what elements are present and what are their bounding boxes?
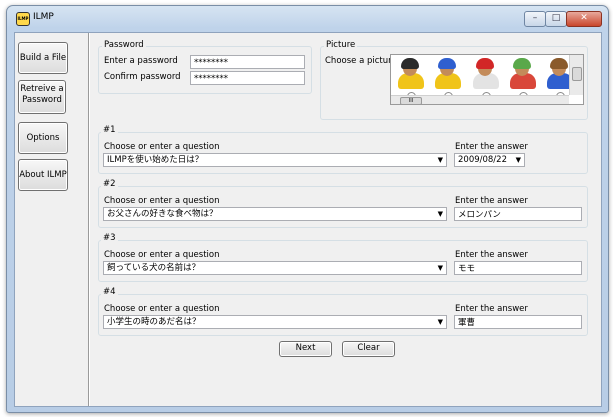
chevron-down-icon[interactable]: ▼: [438, 262, 443, 274]
answer-field-3[interactable]: モモ: [454, 261, 582, 275]
app-logo-icon: ILMP: [16, 12, 30, 26]
avatar-helmet: [476, 58, 494, 69]
build-file-label: Build a File: [19, 53, 67, 63]
window-title: ILMP: [33, 12, 54, 22]
question-label-4: Choose or enter a question: [104, 304, 220, 314]
avatar-helmet: [438, 58, 456, 69]
about-label: About ILMP: [19, 170, 67, 180]
question-number-3: #3: [101, 233, 118, 243]
build-file-button[interactable]: Build a File: [18, 42, 68, 74]
question-label-1: Choose or enter a question: [104, 142, 220, 152]
vertical-scroll-thumb[interactable]: [572, 67, 582, 81]
confirm-password-field[interactable]: ********: [190, 71, 305, 85]
chevron-down-icon[interactable]: ▼: [438, 208, 443, 220]
enter-password-field[interactable]: ********: [190, 55, 305, 69]
answer-label-2: Enter the answer: [455, 196, 528, 206]
confirm-password-label: Confirm password: [104, 72, 181, 82]
about-button[interactable]: About ILMP: [18, 159, 68, 191]
picture-group-label: Picture: [324, 40, 358, 50]
close-button[interactable]: ✕: [566, 11, 602, 27]
password-group-label: Password: [102, 40, 146, 50]
retrieve-password-button[interactable]: Retreive a Password: [18, 80, 66, 114]
avatar-red-helmet[interactable]: [472, 58, 500, 90]
question-label-2: Choose or enter a question: [104, 196, 220, 206]
client-area: Build a File Retreive a Password Options…: [14, 32, 602, 407]
question-value-4: 小学生の時のあだ名は？: [107, 317, 201, 327]
answer-label-3: Enter the answer: [455, 250, 528, 260]
answer-label-4: Enter the answer: [455, 304, 528, 314]
avatar-green-helmet[interactable]: [509, 58, 537, 90]
avatar-black-helmet[interactable]: [397, 58, 425, 90]
question-combo-4[interactable]: 小学生の時のあだ名は？ ▼: [103, 315, 447, 329]
avatar-helmet: [550, 58, 568, 69]
title-bar[interactable]: ILMP ILMP – □ ✕: [7, 6, 608, 30]
question-combo-2[interactable]: お父さんの好きな食べ物は？ ▼: [103, 207, 447, 221]
horizontal-scroll-thumb[interactable]: III: [400, 97, 422, 104]
question-value-3: 飼っている犬の名前は？: [107, 263, 201, 273]
next-button[interactable]: Next: [279, 341, 332, 357]
next-label: Next: [295, 343, 316, 353]
question-combo-3[interactable]: 飼っている犬の名前は？ ▼: [103, 261, 447, 275]
answer-date-picker-1[interactable]: 2009/08/22 ▼: [454, 153, 525, 167]
enter-password-label: Enter a password: [104, 56, 178, 66]
choose-picture-label: Choose a picture: [325, 56, 397, 66]
maximize-icon: □: [551, 13, 561, 23]
retrieve-label-line2: Password: [22, 95, 62, 105]
question-number-4: #4: [101, 287, 118, 297]
avatar-helmet: [513, 58, 531, 69]
picture-horizontal-scrollbar[interactable]: III: [391, 95, 569, 104]
minimize-icon: –: [532, 13, 538, 23]
answer-label-1: Enter the answer: [455, 142, 528, 152]
picture-vertical-scrollbar[interactable]: [569, 55, 583, 95]
clear-label: Clear: [357, 343, 380, 353]
question-value-2: お父さんの好きな食べ物は？: [107, 209, 218, 219]
password-group: [98, 46, 312, 94]
question-combo-1[interactable]: ILMPを使い始めた日は？ ▼: [103, 153, 447, 167]
sidebar-divider: [88, 33, 90, 406]
app-window: ILMP ILMP – □ ✕ Build a File Retreive a …: [6, 5, 609, 413]
avatar-blue-helmet[interactable]: [434, 58, 462, 90]
question-number-1: #1: [101, 125, 118, 135]
chevron-down-icon[interactable]: ▼: [438, 316, 443, 328]
picture-selector[interactable]: III: [390, 54, 584, 105]
clear-button[interactable]: Clear: [342, 341, 395, 357]
retrieve-label-line1: Retreive a: [20, 84, 64, 94]
chevron-down-icon[interactable]: ▼: [438, 154, 443, 166]
minimize-button[interactable]: –: [524, 11, 546, 27]
options-button[interactable]: Options: [18, 122, 68, 154]
avatar-helmet: [401, 58, 419, 69]
question-label-3: Choose or enter a question: [104, 250, 220, 260]
chevron-down-icon[interactable]: ▼: [516, 154, 521, 166]
answer-field-2[interactable]: メロンパン: [454, 207, 582, 221]
close-icon: ✕: [580, 13, 588, 23]
answer-value-1: 2009/08/22: [458, 155, 507, 165]
maximize-button[interactable]: □: [545, 11, 567, 27]
options-label: Options: [26, 133, 60, 143]
question-number-2: #2: [101, 179, 118, 189]
answer-field-4[interactable]: 軍曹: [454, 315, 582, 329]
sidebar: Build a File Retreive a Password Options…: [15, 33, 86, 406]
question-value-1: ILMPを使い始めた日は？: [107, 155, 204, 165]
